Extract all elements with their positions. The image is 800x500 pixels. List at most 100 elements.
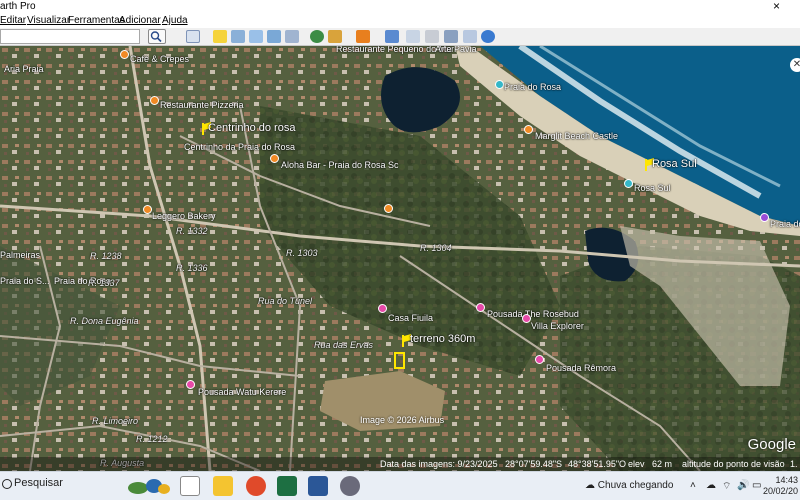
label-remora: Pousada Rêmora: [546, 363, 617, 373]
menu-adicionar[interactable]: Adicionar: [119, 15, 161, 26]
place-pin[interactable]: [624, 179, 633, 188]
elevation-label: elev: [628, 459, 645, 469]
menu-visualizar[interactable]: Visualizar: [27, 15, 70, 26]
place-pin[interactable]: [120, 50, 129, 59]
label-rosebud: Pousada The Rosebud: [487, 309, 579, 319]
file-explorer-icon[interactable]: [213, 476, 233, 496]
window-title: arth Pro: [0, 1, 36, 12]
wifi-icon[interactable]: ⌔: [722, 480, 731, 493]
label-centrinho: Centrinho do rosa: [208, 122, 296, 134]
place-pin[interactable]: [535, 355, 544, 364]
clock[interactable]: 14:43 20/02/20: [763, 475, 798, 497]
place-pin[interactable]: [495, 80, 504, 89]
battery-icon[interactable]: ▭: [752, 480, 761, 491]
label-casa-fiuila: Casa Fiuila: [388, 313, 434, 323]
compass-icon[interactable]: ✕: [790, 58, 800, 72]
earth-icon[interactable]: [481, 30, 495, 43]
menu-ajuda[interactable]: Ajuda: [162, 15, 188, 26]
label-restaurante: Restaurante Pizzeria: [160, 100, 244, 110]
birds-widget-icon[interactable]: [124, 474, 172, 499]
google-watermark: Google: [747, 436, 796, 453]
label-terreno: terreno 360m: [410, 333, 476, 345]
save-image-icon[interactable]: [444, 30, 458, 43]
road-label: R. 1212: [136, 434, 168, 444]
label-rosa-sul: Rosa Sul: [652, 158, 697, 170]
sidebar-toggle-icon[interactable]: [186, 30, 200, 43]
weather-widget[interactable]: ☁ Chuva chegando: [585, 480, 673, 491]
place-pin[interactable]: [186, 380, 195, 389]
elevation-value: 62 m: [652, 459, 673, 469]
historical-imagery-icon[interactable]: [310, 30, 324, 43]
label-arte-pavia: Arte Pavia: [435, 46, 477, 54]
toolbar: [0, 28, 800, 46]
latitude: 28°07'59.48"S: [505, 459, 563, 469]
place-pin[interactable]: [476, 303, 485, 312]
tray-up-icon[interactable]: ˄: [690, 480, 696, 491]
chrome-icon[interactable]: [246, 476, 266, 496]
place-pin[interactable]: [384, 204, 393, 213]
menu-ferramentas[interactable]: Ferramentas: [68, 15, 125, 26]
label-centrinho2: Centrinho da Praia do Rosa: [184, 142, 296, 152]
altitude-value: 1.: [790, 459, 798, 469]
planets-icon[interactable]: [356, 30, 370, 43]
excel-icon[interactable]: [277, 476, 297, 496]
label-praia-sul: Praia do S...: [0, 276, 50, 286]
ruler-icon[interactable]: [385, 30, 399, 43]
onedrive-icon[interactable]: ☁: [706, 480, 716, 491]
place-pin[interactable]: [522, 314, 531, 323]
road-label: R. Limoeiro: [92, 416, 139, 426]
clock-time: 14:43: [775, 475, 798, 485]
menu-editar[interactable]: Editar: [0, 15, 26, 26]
road-label: Rua do Túnel: [258, 296, 313, 306]
label-aria: Aria Praia: [4, 64, 44, 74]
placemark-icon[interactable]: [213, 30, 227, 43]
email-icon[interactable]: [406, 30, 420, 43]
task-view-icon[interactable]: [180, 476, 200, 496]
place-pin[interactable]: [270, 154, 279, 163]
label-aloha: Aloha Bar - Praia do Rosa Sc: [281, 160, 399, 170]
polygon-icon[interactable]: [231, 30, 245, 43]
label-leggero: Leggero Bakery: [152, 211, 216, 221]
volume-icon[interactable]: 🔊: [737, 480, 749, 491]
image-overlay-icon[interactable]: [267, 30, 281, 43]
imagery-date: Data das imagens: 9/23/2025: [380, 459, 498, 469]
search-button[interactable]: [148, 29, 166, 44]
status-bar: Data das imagens: 9/23/2025 28°07'59.48"…: [0, 457, 800, 471]
clock-date: 20/02/20: [762, 486, 798, 496]
label-praia-rosa: Praia do Rosa: [504, 82, 562, 92]
search-input[interactable]: [0, 29, 140, 44]
place-pin[interactable]: [524, 125, 533, 134]
path-icon[interactable]: [249, 30, 263, 43]
print-icon[interactable]: [425, 30, 439, 43]
place-pin[interactable]: [760, 213, 769, 222]
title-bar: arth Pro ×: [0, 0, 800, 14]
altitude-label: altitude do ponto de visão: [682, 459, 785, 469]
place-pin[interactable]: [150, 96, 159, 105]
label-cafe: Café & Crepes: [130, 54, 190, 64]
word-icon[interactable]: [308, 476, 328, 496]
place-pin[interactable]: [378, 304, 387, 313]
road-label: R. 1303: [286, 248, 318, 258]
map-viewport[interactable]: Restaurante Pequeno do Mar Arte Pavia Ar…: [0, 46, 800, 471]
menu-bar: Editar Visualizar Ferramentas Adicionar …: [0, 14, 800, 28]
road-label: R. 1238: [90, 251, 122, 261]
sun-icon[interactable]: [328, 30, 342, 43]
label-watu: Pousada Watu Kerere: [198, 387, 287, 397]
image-credit: Image © 2026 Airbus: [360, 415, 445, 425]
label-palmeiras: Palmeiras: [0, 250, 41, 260]
weather-icon: ☁: [585, 480, 595, 491]
view-in-maps-icon[interactable]: [463, 30, 477, 43]
label-praia-rosa-2: Praia do Rosa: [770, 219, 800, 229]
road-label: R. 1304: [420, 243, 452, 253]
tour-icon[interactable]: [285, 30, 299, 43]
search-icon: [2, 479, 12, 489]
road-label: R. 1336: [176, 263, 208, 273]
place-pin[interactable]: [143, 205, 152, 214]
weather-text: Chuva chegando: [597, 480, 674, 491]
taskbar: Pesquisar ☁ Chuva chegando ˄ ☁ ⌔ 🔊 ▭ 14:…: [0, 471, 800, 500]
label-villa-explorer: Villa Explorer: [531, 321, 584, 331]
search-icon: [150, 31, 162, 43]
close-window-button[interactable]: ×: [773, 0, 780, 13]
google-earth-icon[interactable]: [340, 476, 360, 496]
road-label: Rua das Ervas: [314, 340, 374, 350]
